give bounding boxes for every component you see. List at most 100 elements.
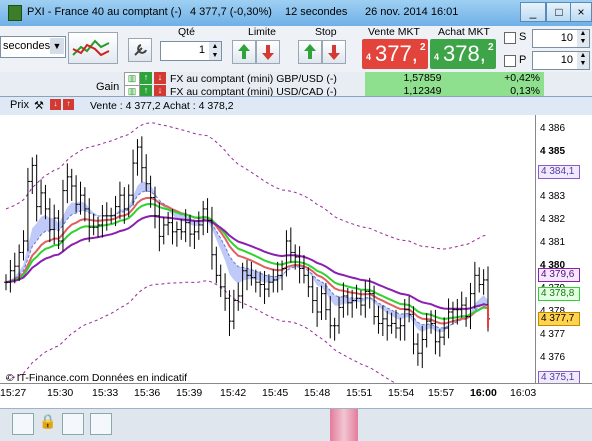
- x-tick-label: 15:48: [304, 387, 331, 399]
- buy-prefix: 4: [434, 52, 440, 62]
- wrench-icon[interactable]: ⚒: [34, 99, 44, 112]
- window-title-interval: 12 secondes: [285, 6, 348, 18]
- chart-header: Prix ⚒ ↓ ↑ Vente : 4 377,2 Achat : 4 378…: [0, 97, 592, 116]
- close-button[interactable]: ×: [570, 2, 592, 22]
- y-tick-label: 4 377: [540, 328, 566, 340]
- sell-price: 377,: [375, 41, 418, 66]
- watchlist-row[interactable]: ▥ ↑ ↓ FX au comptant (mini) GBP/USD (-) …: [0, 72, 592, 86]
- lock-icon[interactable]: 🔒: [38, 413, 58, 433]
- minimize-button[interactable]: _: [520, 2, 546, 22]
- stop-sell-button[interactable]: [322, 40, 346, 64]
- limit-label: Limite: [248, 26, 277, 38]
- price-tag-upper: 4 384,1: [538, 165, 580, 180]
- buy-arrow-icon[interactable]: ↑: [140, 72, 152, 84]
- buy-mkt-button[interactable]: 4 378, 2: [430, 39, 496, 69]
- instrument-change: +0,42%: [480, 72, 544, 85]
- price-tag-green: 4 378,8: [538, 286, 580, 301]
- watchlist: Gain ▥ ↑ ↓ FX au comptant (mini) GBP/USD…: [0, 72, 592, 99]
- profit-distance-stepper[interactable]: ▲ ▼: [577, 52, 589, 69]
- x-tick-label: 15:57: [428, 387, 455, 399]
- x-tick-label: 16:03: [510, 387, 537, 399]
- stop-label: Stop: [315, 26, 337, 38]
- price-chart[interactable]: [0, 115, 535, 383]
- sell-mkt-label: Vente MKT: [368, 26, 420, 38]
- qty-stepper[interactable]: ▲ ▼: [209, 42, 221, 60]
- x-tick-label: 15:27: [0, 387, 27, 399]
- limit-sell-button[interactable]: [256, 40, 280, 64]
- collapse-icon[interactable]: ↓: [50, 99, 61, 110]
- stop-distance-input[interactable]: 10 ▲ ▼: [532, 29, 590, 48]
- profit-check-label: P: [519, 54, 527, 66]
- stop-distance-stepper[interactable]: ▲ ▼: [577, 30, 589, 47]
- stop-buy-button[interactable]: [298, 40, 322, 64]
- window-title-date: 26 nov. 2014 16:01: [365, 6, 459, 18]
- x-tick-label: 15:33: [92, 387, 119, 399]
- x-tick-label: 15:30: [47, 387, 74, 399]
- sell-prefix: 4: [366, 52, 372, 62]
- lower-band-line: [5, 280, 396, 383]
- arrow-up-icon: [238, 44, 250, 59]
- x-tick-label: 15:36: [134, 387, 161, 399]
- stop-distance-value: 10: [560, 32, 573, 44]
- y-tick-label: 4 386: [540, 122, 566, 134]
- x-tick-label: 16:00: [470, 387, 497, 399]
- price-panel-label: Prix: [10, 99, 29, 111]
- bottom-toolbar: 🔒: [0, 408, 592, 441]
- limit-buy-button[interactable]: [232, 40, 256, 64]
- y-tick-label: 4 383: [540, 191, 566, 203]
- zoom-button[interactable]: [90, 413, 112, 435]
- price-tag-purple: 4 379,6: [538, 268, 580, 283]
- x-tick-label: 15:51: [346, 387, 373, 399]
- instrument-price: 1,57859: [365, 72, 480, 85]
- price-axis[interactable]: 4 3864 3854 3844 3834 3824 3814 3804 379…: [535, 115, 592, 386]
- title-bar: PXI - France 40 au comptant (-) 4 377,7 …: [0, 0, 592, 26]
- x-tick-label: 15:54: [388, 387, 415, 399]
- interval-select-value: secondes: [3, 40, 51, 52]
- stop-check-label: S: [519, 31, 527, 43]
- arrow-down-icon: [328, 45, 340, 60]
- buy-price: 378,: [443, 41, 486, 66]
- y-tick-label: 4 376: [540, 351, 566, 363]
- y-tick-label: 4 381: [540, 237, 566, 249]
- arrow-down-icon: [262, 45, 274, 60]
- expand-icon[interactable]: ↑: [63, 99, 74, 110]
- chart-window: Prix ⚒ ↓ ↑ Vente : 4 377,2 Achat : 4 378…: [0, 96, 592, 409]
- x-tick-label: 15:45: [262, 387, 289, 399]
- price-tag-last: 4 377,7: [538, 311, 580, 326]
- volume-preview: [330, 409, 358, 441]
- profit-distance-value: 10: [560, 54, 573, 66]
- qty-input[interactable]: 1 ▲ ▼: [160, 41, 222, 61]
- maximize-button[interactable]: □: [546, 2, 572, 22]
- stop-checkbox[interactable]: [504, 32, 516, 44]
- footer-note: © IT-Finance.com Données en indicatif: [6, 372, 188, 384]
- order-toolbar: secondes ▼ Qté 1 ▲ ▼ Limite Stop Vente MK…: [0, 26, 592, 73]
- indicator-button[interactable]: [62, 413, 84, 435]
- sell-mkt-button[interactable]: 4 377, 2: [362, 39, 428, 69]
- y-tick-label: 4 385: [540, 145, 566, 157]
- bid-ask-readout: Vente : 4 377,2 Achat : 4 378,2: [90, 100, 234, 112]
- wrench-icon: [134, 44, 147, 56]
- app-icon: [8, 5, 22, 21]
- y-tick-label: 4 382: [540, 214, 566, 226]
- buy-price-pip: 2: [488, 42, 494, 53]
- window-title-instrument: PXI - France 40 au comptant (-): [27, 6, 182, 18]
- x-tick-label: 15:39: [176, 387, 203, 399]
- interval-select[interactable]: secondes ▼: [0, 36, 66, 58]
- chart-style-icon: [72, 39, 110, 57]
- chevron-down-icon[interactable]: ▼: [50, 38, 64, 54]
- qty-label: Qté: [178, 26, 195, 38]
- chart-icon[interactable]: ▥: [124, 72, 140, 86]
- instrument-name[interactable]: FX au comptant (mini) GBP/USD (-): [170, 73, 337, 85]
- profit-checkbox[interactable]: [504, 55, 516, 67]
- wrench-button[interactable]: [128, 38, 152, 62]
- time-axis[interactable]: 15:27 15:30 15:33 15:36 15:39 15:42 15:45 15:48…: [0, 383, 592, 406]
- arrow-up-icon: [304, 44, 316, 59]
- drawing-tool-button[interactable]: [12, 413, 34, 435]
- sell-arrow-icon[interactable]: ↓: [154, 72, 166, 84]
- buy-mkt-label: Achat MKT: [438, 26, 490, 38]
- qty-input-value: 1: [198, 44, 205, 56]
- x-tick-label: 15:42: [220, 387, 247, 399]
- profit-distance-input[interactable]: 10 ▲ ▼: [532, 51, 590, 70]
- chart-style-button[interactable]: [68, 32, 118, 64]
- sell-price-pip: 2: [420, 42, 426, 53]
